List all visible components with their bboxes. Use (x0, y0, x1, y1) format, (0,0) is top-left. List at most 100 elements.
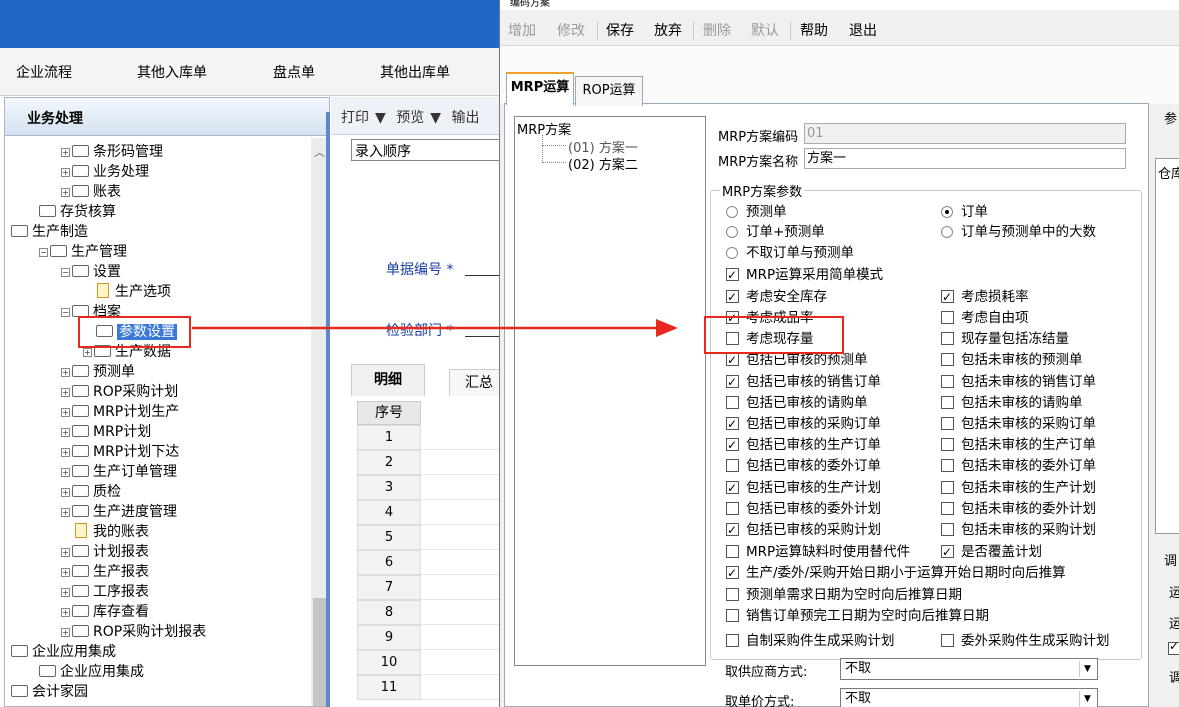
menu-item-other-inbound[interactable]: 其他入库单 (137, 62, 207, 82)
expand-icon[interactable]: + (61, 368, 70, 377)
checkbox-loss-rate[interactable]: 考虑损耗率 (941, 287, 1029, 307)
scroll-up-icon[interactable]: ︿ (314, 144, 325, 160)
expand-icon[interactable]: + (61, 148, 70, 157)
tree-item[interactable]: − 生产管理 (39, 242, 127, 262)
checkbox-checked-icon[interactable] (726, 350, 739, 370)
table-cell[interactable] (421, 575, 501, 600)
edit-button[interactable]: 修改 (557, 20, 585, 40)
print-button[interactable]: 打印 (341, 110, 369, 126)
table-cell[interactable] (421, 425, 501, 450)
tree-item[interactable]: + MRP计划下达 (61, 442, 179, 462)
checkbox-unchecked-icon[interactable] (941, 481, 954, 494)
delete-button[interactable]: 删除 (703, 20, 731, 40)
checkbox-unaud-sales[interactable]: 包括未审核的销售订单 (941, 372, 1096, 392)
doc-no-field[interactable] (465, 275, 501, 276)
price-mode-select[interactable]: 不取 ▼ (840, 688, 1098, 707)
checkbox-unchecked-icon[interactable] (941, 438, 954, 451)
checkbox-unaud-forecast[interactable]: 包括未审核的预测单 (941, 350, 1083, 370)
table-cell[interactable] (421, 600, 501, 625)
expand-icon[interactable]: + (61, 488, 70, 497)
exit-button[interactable]: 退出 (849, 20, 877, 40)
expand-icon[interactable]: + (61, 188, 70, 197)
tree-item[interactable]: + ROP采购计划报表 (61, 622, 206, 642)
checkbox-aud-po[interactable]: 包括已审核的采购订单 (726, 414, 881, 434)
checkbox-checked-icon[interactable] (726, 478, 739, 498)
checkbox-checked-icon[interactable] (726, 520, 739, 540)
dropdown-arrow-icon[interactable]: ▼ (430, 110, 441, 126)
checkbox-simple-mode[interactable]: MRP运算采用简单模式 (726, 265, 883, 285)
checkbox-checked-icon[interactable] (726, 265, 739, 285)
checkbox-forecast-date[interactable]: 预测单需求日期为空时向后推算日期 (726, 585, 962, 605)
checkbox-unaud-sub[interactable]: 包括未审核的委外订单 (941, 456, 1096, 476)
scheme-name-input[interactable]: 方案一 (804, 148, 1126, 169)
tab-detail[interactable]: 明细 (351, 364, 425, 396)
checkbox-aud-req[interactable]: 包括已审核的请购单 (726, 393, 868, 413)
tree-item[interactable]: + 库存查看 (61, 602, 149, 622)
checkbox-checked-icon[interactable] (941, 542, 954, 562)
checkbox-checked-icon[interactable] (726, 372, 739, 392)
tree-item[interactable]: − 设置 (61, 262, 121, 282)
add-button[interactable]: 增加 (508, 20, 536, 40)
radio-unchecked-icon[interactable] (941, 226, 953, 238)
checkbox-aud-sales[interactable]: 包括已审核的销售订单 (726, 372, 881, 392)
checkbox-unchecked-icon[interactable] (941, 375, 954, 388)
radio-order-plus-forecast[interactable]: 订单+预测单 (726, 222, 825, 242)
save-button[interactable]: 保存 (606, 20, 634, 40)
tree-item[interactable]: + 业务处理 (61, 162, 149, 182)
checkbox-unchecked-icon[interactable] (726, 459, 739, 472)
chevron-down-icon[interactable]: ▼ (1079, 691, 1095, 707)
tree-item[interactable]: + 账表 (61, 182, 121, 202)
radio-forecast[interactable]: 预测单 (726, 202, 787, 222)
checkbox-sales-date[interactable]: 销售订单预完工日期为空时向后推算日期 (726, 606, 989, 626)
radio-unchecked-icon[interactable] (726, 226, 738, 238)
checkbox-unchecked-icon[interactable] (941, 523, 954, 536)
checkbox-start-date[interactable]: 生产/委外/采购开始日期小于运算开始日期时向后推算 (726, 563, 1066, 583)
checkbox-unaud-subplan[interactable]: 包括未审核的委外计划 (941, 499, 1096, 519)
tree-item[interactable]: 企业应用集成 (39, 662, 144, 682)
checkbox-unchecked-icon[interactable] (726, 396, 739, 409)
checkbox-outsourced[interactable]: 委外采购件生成采购计划 (941, 631, 1110, 651)
checkbox-unaud-po[interactable]: 包括未审核的采购订单 (941, 414, 1096, 434)
checkbox-aud-purplan[interactable]: 包括已审核的采购计划 (726, 520, 881, 540)
table-cell[interactable] (421, 650, 501, 675)
expand-icon[interactable]: + (61, 508, 70, 517)
checkbox-unchecked-icon[interactable] (941, 634, 954, 647)
preview-button[interactable]: 预览 (396, 110, 424, 126)
tree-item[interactable]: + 质检 (61, 482, 121, 502)
tree-item[interactable]: + MRP计划生产 (61, 402, 179, 422)
checkbox-unchecked-icon[interactable] (941, 353, 954, 366)
checkbox-unchecked-icon[interactable] (941, 459, 954, 472)
checkbox-unchecked-icon[interactable] (941, 502, 954, 515)
table-cell[interactable] (421, 475, 501, 500)
expand-icon[interactable]: + (61, 168, 70, 177)
panel-splitter[interactable] (326, 112, 330, 707)
expand-icon[interactable]: + (61, 468, 70, 477)
expand-icon[interactable]: + (61, 588, 70, 597)
checkbox-unchecked-icon[interactable] (941, 396, 954, 409)
expand-icon[interactable]: + (61, 388, 70, 397)
table-cell[interactable] (421, 500, 501, 525)
menu-item-other-outbound[interactable]: 其他出库单 (380, 62, 450, 82)
expand-icon[interactable]: + (61, 448, 70, 457)
checkbox-checked-icon[interactable] (726, 435, 739, 455)
tree-item[interactable]: + 生产报表 (61, 562, 149, 582)
collapse-icon[interactable]: − (61, 268, 70, 277)
checkbox-unchecked-icon[interactable] (941, 417, 954, 430)
scheme-code-input[interactable]: 01 (804, 123, 1126, 144)
expand-icon[interactable]: + (61, 568, 70, 577)
expand-icon[interactable]: + (61, 608, 70, 617)
expand-icon[interactable]: + (61, 428, 70, 437)
checkbox-override[interactable]: 是否覆盖计划 (941, 542, 1042, 562)
tree-item[interactable]: + 生产订单管理 (61, 462, 177, 482)
tree-item[interactable]: 生产选项 (83, 282, 171, 302)
tree-item[interactable]: 存货核算 (39, 202, 116, 222)
inspect-dept-field[interactable] (465, 336, 501, 337)
tree-item[interactable]: + 工序报表 (61, 582, 149, 602)
tree-item[interactable]: + 计划报表 (61, 542, 149, 562)
checkbox-substitute[interactable]: MRP运算缺料时使用替代件 (726, 542, 910, 562)
checkbox-checked-icon[interactable] (941, 287, 954, 307)
tree-item[interactable]: 我的账表 (61, 522, 149, 542)
menu-item-enterprise-flow[interactable]: 企业流程 (16, 62, 72, 82)
collapse-icon[interactable]: − (39, 248, 48, 257)
checkbox-unchecked-icon[interactable] (726, 502, 739, 515)
